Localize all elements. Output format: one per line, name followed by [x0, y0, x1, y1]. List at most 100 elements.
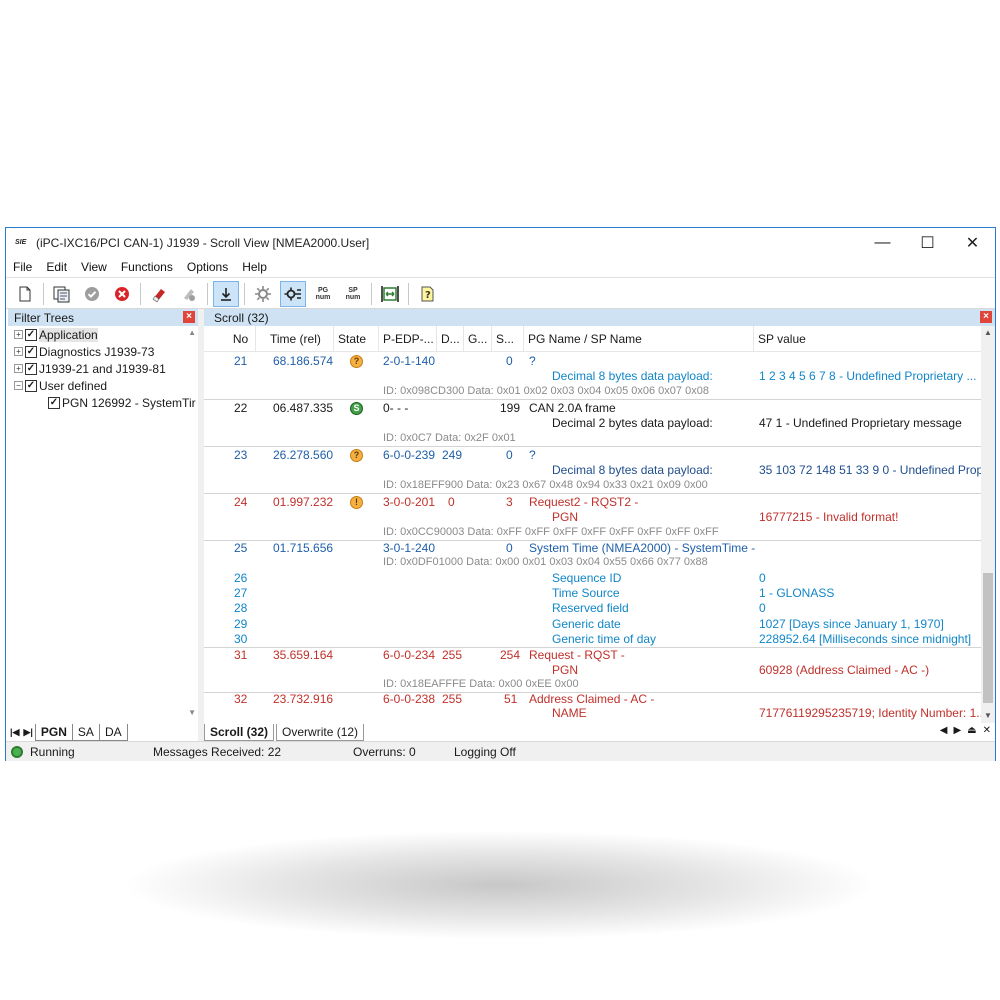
row-no: 21: [234, 354, 248, 368]
row-pedp: 6-0-0-238: [383, 692, 436, 706]
copy-view-button[interactable]: [49, 281, 75, 307]
new-document-button[interactable]: [12, 281, 38, 307]
collapse-icon[interactable]: −: [14, 381, 23, 390]
row-separator: [204, 399, 981, 400]
col-header-pg-name[interactable]: PG Name / SP Name: [524, 326, 754, 352]
col-header-state[interactable]: State: [334, 326, 379, 352]
tree-item-diagnostics[interactable]: + ✓ Diagnostics J1939-73: [8, 343, 198, 360]
tab-close-icon[interactable]: ✕: [983, 725, 991, 736]
row-no: 29: [234, 617, 248, 631]
tree-scroll-up-icon[interactable]: ▲: [188, 328, 196, 337]
row-time: 01.997.232: [273, 495, 334, 509]
menu-file[interactable]: File: [6, 260, 39, 274]
row-pg-name: Request - RQST -: [529, 648, 625, 662]
expand-icon[interactable]: +: [14, 347, 23, 356]
fit-width-button[interactable]: [377, 281, 403, 307]
row-no: 23: [234, 448, 248, 462]
help-document-icon: ?: [421, 286, 434, 301]
row-sp-name: NAME: [552, 706, 587, 720]
pg-num-button[interactable]: PG num: [310, 281, 336, 307]
scrollbar-thumb[interactable]: [983, 573, 993, 703]
menu-view[interactable]: View: [74, 260, 114, 274]
col-header-s[interactable]: S...: [492, 326, 524, 352]
checkbox-checked-icon[interactable]: ✓: [48, 396, 60, 409]
tab-pgn[interactable]: PGN: [34, 723, 73, 741]
filter-trees-panel: Filter Trees × + ✓ Application + ✓ Diagn…: [8, 309, 198, 719]
col-header-no[interactable]: No: [204, 326, 256, 352]
checkbox-checked-icon[interactable]: ✓: [25, 379, 37, 392]
sp-num-button[interactable]: SP num: [340, 281, 366, 307]
row-no: 31: [234, 648, 248, 662]
tab-prev-icon[interactable]: ◀: [940, 725, 948, 736]
expand-icon[interactable]: +: [14, 330, 23, 339]
eraser-button[interactable]: [146, 281, 172, 307]
check-button[interactable]: [79, 281, 105, 307]
row-pg-name: Address Claimed - AC -: [529, 692, 655, 706]
tree-item-pgn-126992[interactable]: ✓ PGN 126992 - SystemTir: [8, 394, 198, 411]
row-no: 32: [234, 692, 248, 706]
scroll-down-icon[interactable]: ▼: [981, 709, 995, 723]
tree-item-user-defined[interactable]: − ✓ User defined: [8, 377, 198, 394]
row-pg-name: CAN 2.0A frame: [529, 401, 616, 415]
tab-scroll[interactable]: Scroll (32): [204, 723, 275, 741]
eraser-icon: [152, 288, 165, 302]
row-sp-name: Sequence ID: [552, 571, 622, 585]
row-s: 0: [506, 541, 513, 555]
row-raw-data: ID: 0x18EEFF33 Data: 0x87 0xD6 0xF2 0x0D…: [383, 720, 714, 721]
app-logo-icon: SIE: [15, 238, 27, 246]
row-sp-value: 60928 (Address Claimed - AC -): [759, 663, 930, 677]
menu-help[interactable]: Help: [235, 260, 274, 274]
row-sp-name: Decimal 8 bytes data payload:: [552, 369, 713, 383]
help-button[interactable]: ?: [414, 281, 440, 307]
eject-icon[interactable]: ⏏: [967, 725, 976, 736]
tab-sa[interactable]: SA: [71, 723, 100, 741]
autoscroll-button[interactable]: [213, 280, 239, 307]
vertical-scrollbar[interactable]: ▲ ▼: [981, 326, 995, 723]
maximize-button[interactable]: ☐: [905, 228, 950, 257]
minimize-button[interactable]: —: [860, 228, 905, 257]
col-header-pedp[interactable]: P-EDP-...: [379, 326, 437, 352]
stop-button[interactable]: [109, 281, 135, 307]
tab-overwrite[interactable]: Overwrite (12): [276, 723, 365, 741]
row-sp-value: 0: [759, 571, 766, 585]
filter-trees-close-icon[interactable]: ×: [183, 311, 195, 323]
row-d: 255: [442, 692, 463, 706]
tab-da[interactable]: DA: [98, 723, 128, 741]
row-no: 24: [234, 495, 248, 509]
running-indicator-icon: [11, 746, 23, 758]
close-button[interactable]: ✕: [950, 228, 995, 257]
col-header-g[interactable]: G...: [464, 326, 492, 352]
checkbox-checked-icon[interactable]: ✓: [25, 362, 37, 375]
checkbox-checked-icon[interactable]: ✓: [25, 328, 37, 341]
filter-tabs: |◀ ▶| PGN SA DA: [8, 723, 198, 741]
status-overruns: Overruns: 0: [353, 745, 416, 759]
row-no: 28: [234, 601, 248, 615]
scroll-view-title: Scroll (32): [214, 310, 269, 325]
col-header-d[interactable]: D...: [437, 326, 464, 352]
row-sp-value: 71776119295235719; Identity Number: 1...: [759, 706, 987, 720]
menu-functions[interactable]: Functions: [114, 260, 180, 274]
tree-item-j1939-21[interactable]: + ✓ J1939-21 and J1939-81: [8, 360, 198, 377]
filter-trees-title: Filter Trees: [14, 310, 75, 325]
expand-icon[interactable]: +: [14, 364, 23, 373]
menu-edit[interactable]: Edit: [39, 260, 74, 274]
col-header-sp-value[interactable]: SP value: [754, 326, 966, 352]
row-pg-name: Request2 - RQST2 -: [529, 495, 639, 509]
first-tab-icon[interactable]: |◀: [10, 727, 19, 738]
row-separator: [204, 446, 981, 447]
col-header-time[interactable]: Time (rel): [256, 326, 334, 352]
tree-scroll-down-icon[interactable]: ▼: [188, 708, 196, 717]
row-pedp: 6-0-0-234: [383, 648, 436, 662]
scroll-up-icon[interactable]: ▲: [981, 326, 995, 340]
tab-next-icon[interactable]: ▶: [953, 725, 961, 736]
gear-list-button[interactable]: [280, 280, 306, 307]
checkbox-checked-icon[interactable]: ✓: [25, 345, 37, 358]
menu-options[interactable]: Options: [180, 260, 235, 274]
settings-gear-button[interactable]: [250, 281, 276, 307]
title-bar: SIE (iPC-IXC16/PCI CAN-1) J1939 - Scroll…: [6, 228, 995, 257]
filter-erase-button[interactable]: [176, 281, 202, 307]
tree-item-application[interactable]: + ✓ Application: [8, 326, 198, 343]
scroll-view-close-icon[interactable]: ×: [980, 311, 992, 323]
row-s: 0: [506, 354, 513, 368]
last-tab-icon[interactable]: ▶|: [23, 727, 32, 738]
